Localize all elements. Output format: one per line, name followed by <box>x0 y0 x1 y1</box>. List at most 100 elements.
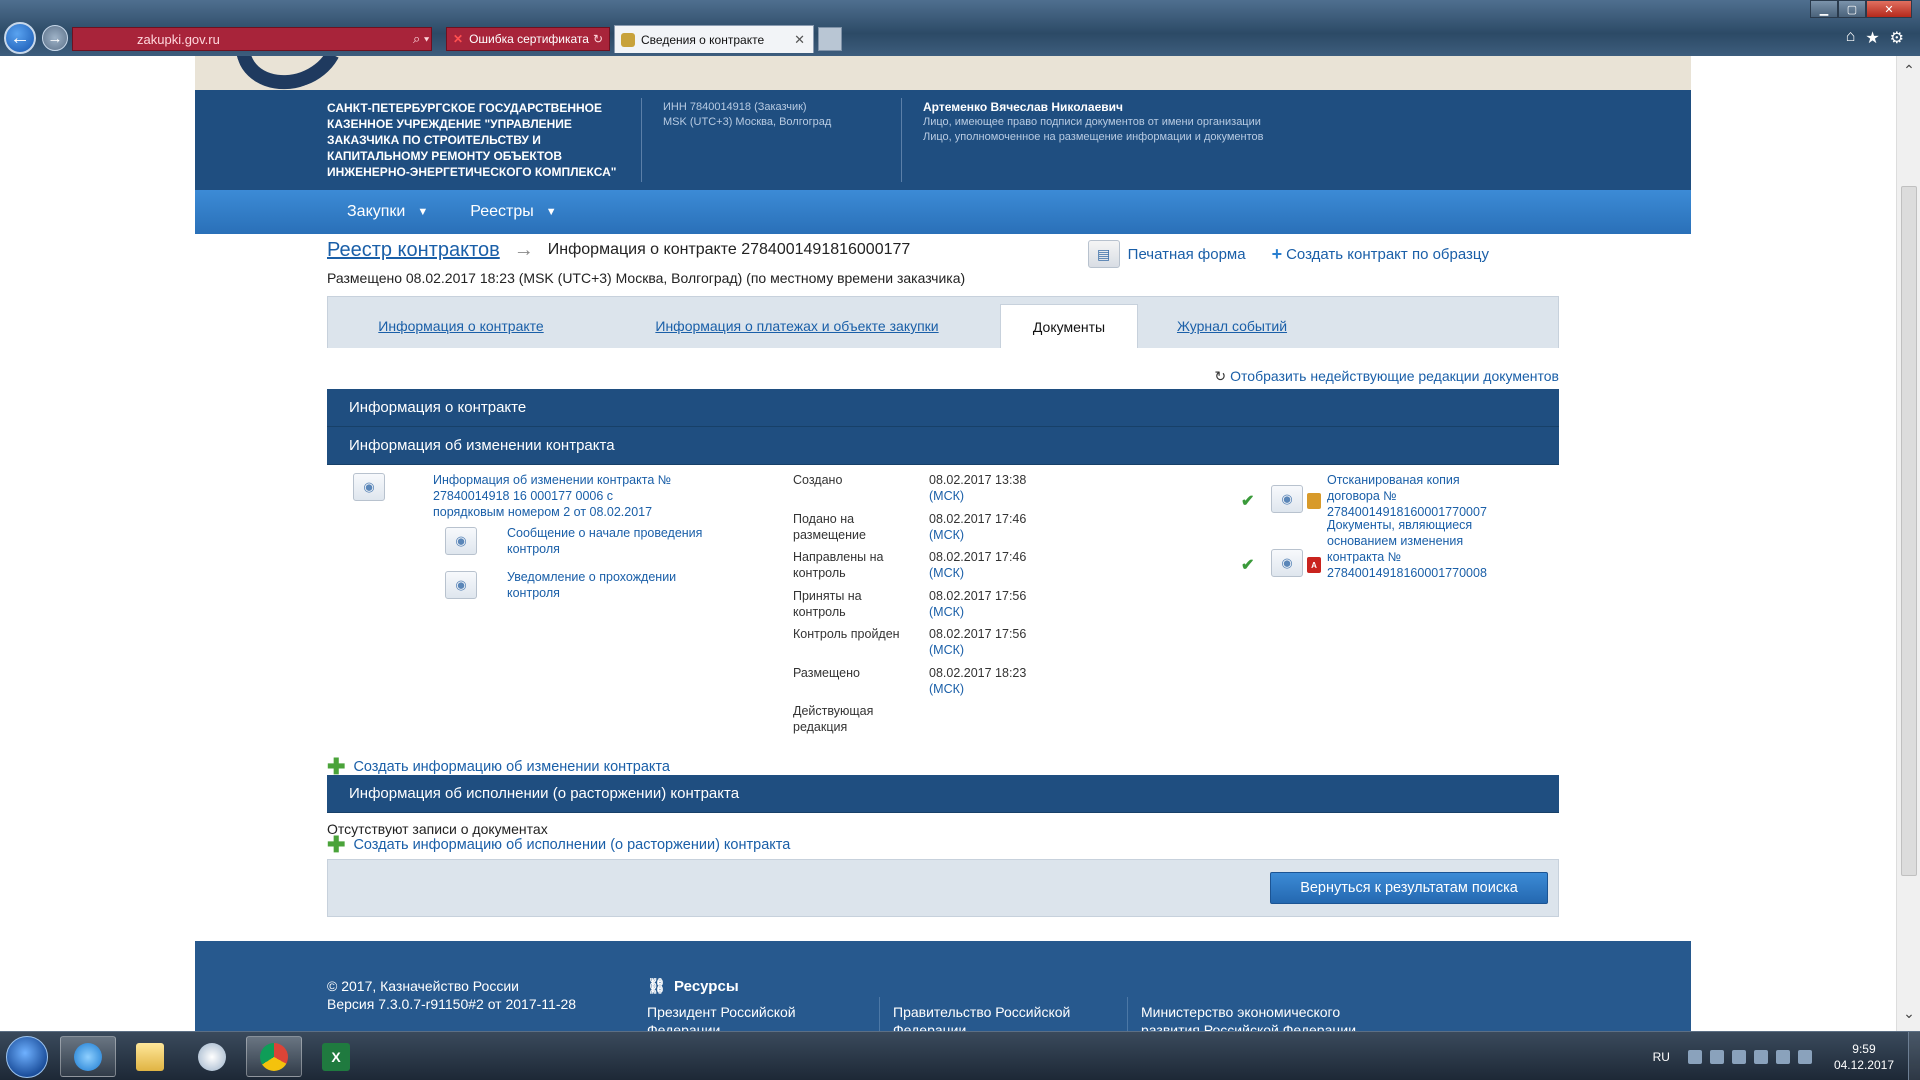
document-icon[interactable]: ◉ <box>445 527 477 555</box>
document-icon[interactable]: ◉ <box>445 571 477 599</box>
status-date-value: 08.02.2017 17:46 <box>929 550 1027 564</box>
show-inactive-label: Отобразить недействующие редакции докуме… <box>1230 368 1559 384</box>
start-button[interactable] <box>6 1036 48 1078</box>
taskbar-app[interactable] <box>184 1036 240 1077</box>
chrome-icon <box>260 1042 288 1071</box>
window-controls: ▁ ▢ ✕ <box>1810 0 1912 18</box>
maximize-icon[interactable]: ▢ <box>1838 0 1866 18</box>
clock-time: 9:59 <box>1852 1041 1876 1056</box>
scroll-thumb[interactable] <box>1901 186 1917 876</box>
certificate-error[interactable]: ✕ Ошибка сертификата ↻ <box>446 27 610 51</box>
forward-arrow-icon[interactable]: → <box>42 25 68 51</box>
organization-inn: ИНН 7840014918 (Заказчик) <box>663 101 807 113</box>
scroll-up-icon[interactable]: ⌃ <box>1897 62 1920 84</box>
browser-chrome: ← → zakupki.gov.ru ⌕ ▾ ✕ Ошибка сертифик… <box>0 0 1920 56</box>
printer-icon: ▤ <box>1087 240 1120 268</box>
footer-resources: ⛓ Ресурсы <box>647 977 739 996</box>
favorites-star-icon[interactable]: ★ <box>1865 28 1879 48</box>
status-date-value: 08.02.2017 17:56 <box>929 627 1027 641</box>
taskbar-internet-explorer[interactable] <box>60 1036 116 1077</box>
footer-link-ministry[interactable]: Министерство экономического развития Рос… <box>1141 1003 1401 1031</box>
close-window-icon[interactable]: ✕ <box>1866 0 1912 18</box>
gear-icon[interactable]: ⚙ <box>1890 28 1904 48</box>
status-timezone: (МСК) <box>929 643 965 657</box>
attachment-scan-link[interactable]: Отсканированая копия договора № 27840014… <box>1327 472 1497 520</box>
status-date-value: 08.02.2017 17:46 <box>929 512 1027 526</box>
control-start-link[interactable]: Сообщение о начале проведения контроля <box>507 525 707 557</box>
search-icon[interactable]: ⌕ ▾ <box>413 31 429 47</box>
refresh-icon[interactable]: ↻ <box>593 32 603 46</box>
document-icon[interactable]: ◉ <box>1271 549 1303 577</box>
caret-down-icon: ▼ <box>417 206 429 218</box>
status-date: 08.02.2017 17:56 (МСК) <box>929 588 1026 620</box>
organization-header: САНКТ-ПЕТЕРБУРГСКОЕ ГОСУДАРСТВЕННОЕ КАЗЕ… <box>195 90 1691 190</box>
volume-icon[interactable] <box>1797 1049 1812 1064</box>
footer-link-president[interactable]: Президент Российской Федерации <box>647 1003 867 1031</box>
status-date-value: 08.02.2017 13:38 <box>929 473 1027 487</box>
excel-icon: X <box>322 1042 350 1071</box>
system-tray: RU 9:59 04.12.2017 <box>1653 1032 1920 1080</box>
status-date: 08.02.2017 17:56 (МСК) <box>929 626 1026 658</box>
user-name: Артеменко Вячеслав Николаевич <box>923 100 1123 114</box>
menu-purchases[interactable]: Закупки ▼ <box>347 203 428 221</box>
scroll-down-icon[interactable]: ⌄ <box>1897 1005 1920 1027</box>
user-block: Артеменко Вячеслав Николаевич Лицо, имею… <box>923 100 1263 145</box>
organization-timezone: MSK (UTC+3) Москва, Волгоград <box>663 116 832 128</box>
document-icon[interactable]: ◉ <box>1271 485 1303 513</box>
back-to-results-button[interactable]: Вернуться к результатам поиска <box>1270 872 1548 904</box>
organization-meta: ИНН 7840014918 (Заказчик) MSK (UTC+3) Мо… <box>663 100 831 130</box>
show-inactive-link[interactable]: ↻ Отобразить недействующие редакции докум… <box>327 368 1559 385</box>
create-by-sample-link[interactable]: + Создать контракт по образцу <box>1272 244 1489 265</box>
new-tab-button[interactable] <box>818 27 842 51</box>
address-bar[interactable]: zakupki.gov.ru ⌕ ▾ <box>72 27 432 51</box>
show-desktop-button[interactable] <box>1908 1032 1920 1080</box>
tab-event-log[interactable]: Журнал событий <box>1138 304 1326 348</box>
status-label: Действующая редакция <box>793 704 874 734</box>
tray-icon[interactable] <box>1709 1049 1724 1064</box>
home-icon[interactable]: ⌂ <box>1846 28 1856 48</box>
tab-documents[interactable]: Документы <box>1000 304 1138 348</box>
print-form-link[interactable]: ▤ Печатная форма <box>1087 240 1246 268</box>
document-icon[interactable]: ◉ <box>353 473 385 501</box>
control-passed-link[interactable]: Уведомление о прохождении контроля <box>507 569 707 601</box>
change-documents: ◉ Информация об изменении контракта № 27… <box>327 465 1559 765</box>
breadcrumb-registry-link[interactable]: Реестр контрактов <box>327 239 500 262</box>
section-execution-info[interactable]: Информация об исполнении (о расторжении)… <box>327 775 1559 813</box>
tab-contract-info[interactable]: Информация о контракте <box>328 304 594 348</box>
user-role: Лицо, имеющее право подписи документов о… <box>923 116 1261 128</box>
create-by-sample-label: Создать контракт по образцу <box>1286 245 1489 263</box>
vertical-scrollbar[interactable]: ⌃ ⌄ <box>1896 56 1920 1031</box>
back-arrow-icon[interactable]: ← <box>4 22 36 54</box>
footer-link-government[interactable]: Правительство Российской Федерации <box>893 1003 1093 1031</box>
tab-payments[interactable]: Информация о платежах и объекте закупки <box>594 304 1000 348</box>
plus-icon: + <box>1271 243 1283 264</box>
section-contract-info[interactable]: Информация о контракте <box>327 389 1559 427</box>
create-execution-info-label: Создать информацию об исполнении (о раст… <box>353 837 791 853</box>
change-info-link[interactable]: Информация об изменении контракта № 2784… <box>433 472 673 520</box>
menu-registries[interactable]: Реестры ▼ <box>470 203 556 221</box>
minimize-icon[interactable]: ▁ <box>1810 0 1838 18</box>
windows-taskbar: X RU 9:59 04.12.2017 <box>0 1031 1920 1080</box>
flag-icon[interactable] <box>1775 1049 1790 1064</box>
section-change-info[interactable]: Информация об изменении контракта <box>327 427 1559 465</box>
create-execution-info-link[interactable]: ✚ Создать информацию об исполнении (о ра… <box>327 834 1559 856</box>
system-clock[interactable]: 9:59 04.12.2017 <box>1834 1041 1894 1073</box>
bottom-panel: Вернуться к результатам поиска <box>327 859 1559 917</box>
network-icon[interactable] <box>1753 1049 1768 1064</box>
tray-icon[interactable] <box>1731 1049 1746 1064</box>
attachment-basis-link[interactable]: Документы, являющиеся основанием изменен… <box>1327 517 1497 581</box>
main-menu: Закупки ▼ Реестры ▼ <box>195 190 1691 234</box>
taskbar-excel[interactable]: X <box>308 1036 364 1077</box>
status-timezone: (МСК) <box>929 566 965 580</box>
tab-contract-info[interactable]: Сведения о контракте ✕ <box>614 25 814 53</box>
taskbar-chrome[interactable] <box>246 1036 302 1077</box>
close-tab-icon[interactable]: ✕ <box>794 32 805 48</box>
taskbar-explorer[interactable] <box>122 1036 178 1077</box>
language-indicator[interactable]: RU <box>1653 1050 1670 1064</box>
status-date-value: 08.02.2017 17:56 <box>929 589 1027 603</box>
tray-icon[interactable] <box>1687 1049 1702 1064</box>
status-label: Приняты на контроль <box>793 589 862 619</box>
status-timezone: (МСК) <box>929 528 965 542</box>
pdf-file-icon: A <box>1307 557 1321 573</box>
status-date: 08.02.2017 17:46 (МСК) <box>929 549 1026 581</box>
